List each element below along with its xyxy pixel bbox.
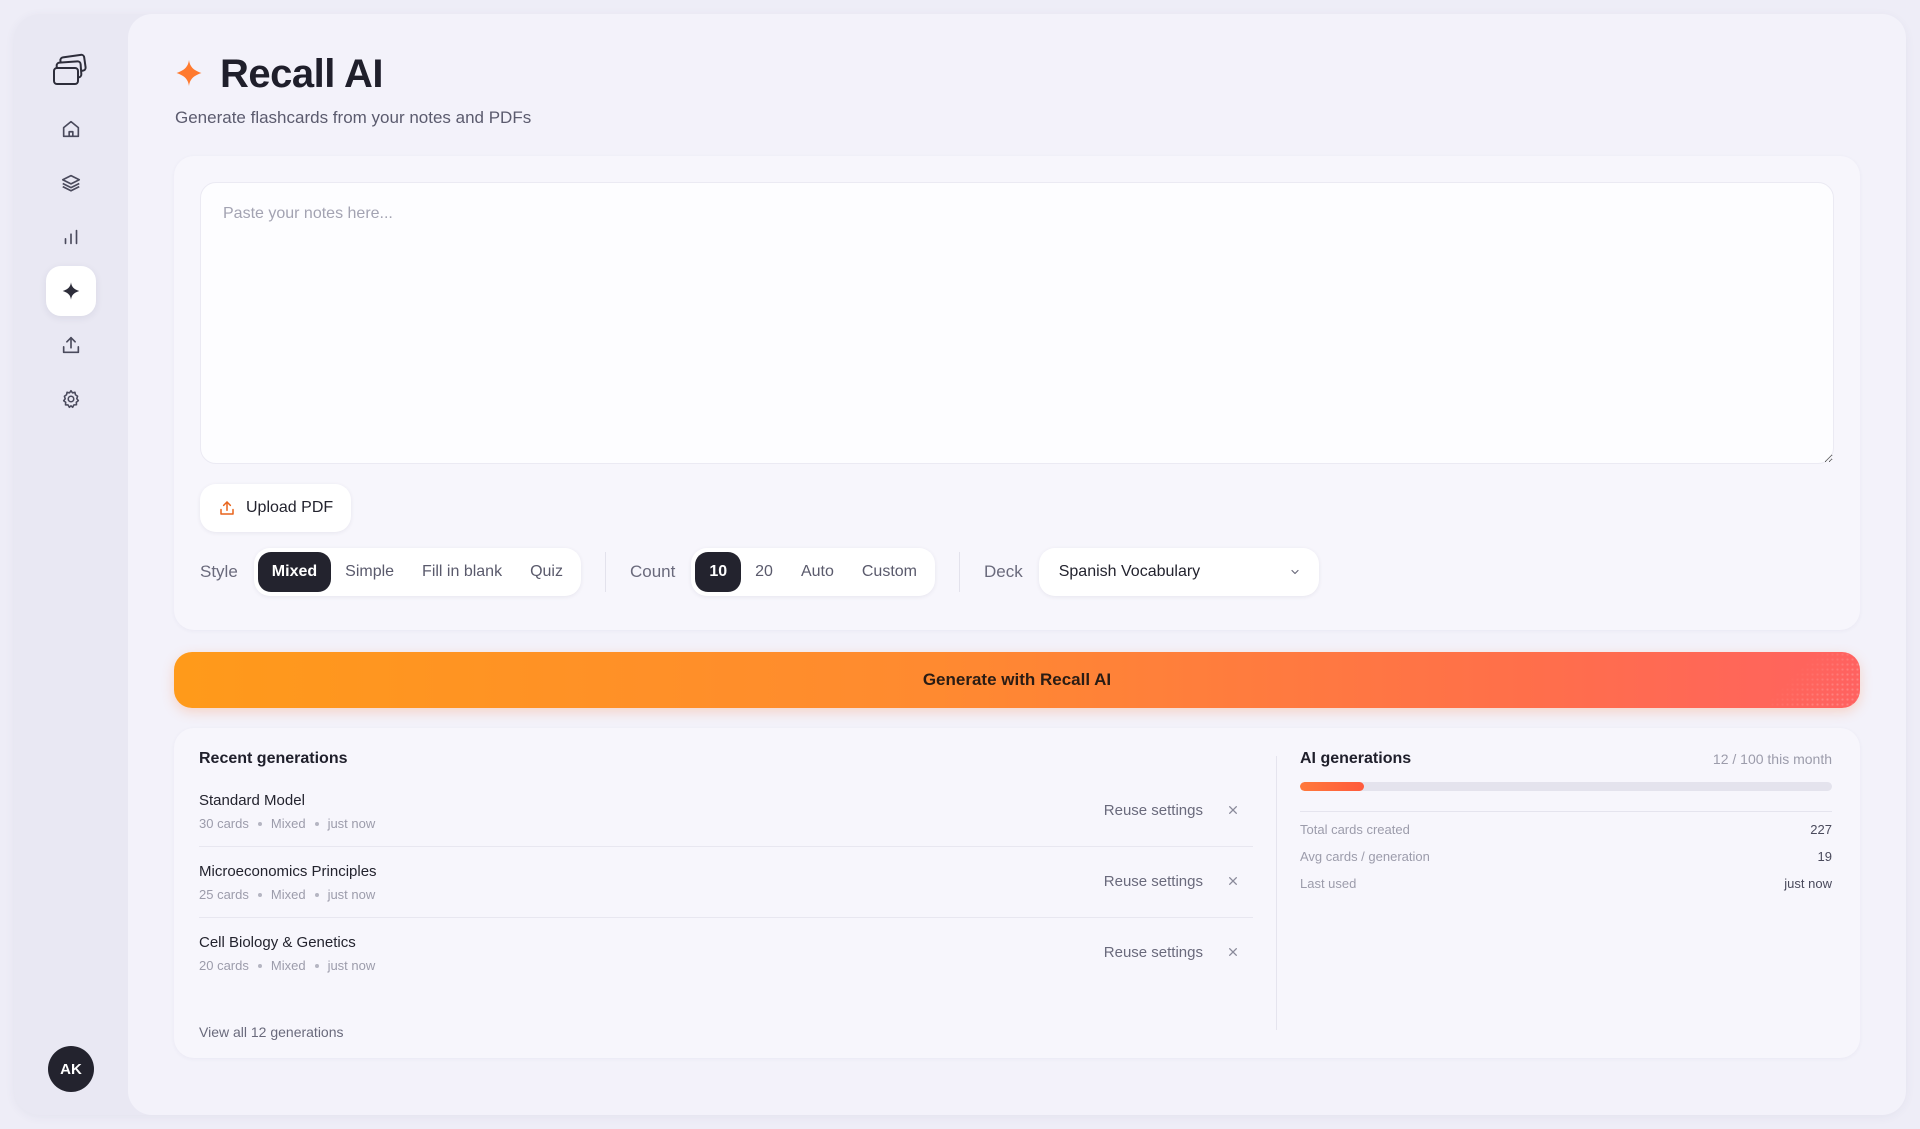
generation-meta: 20 cards Mixed just now (199, 958, 375, 973)
close-icon[interactable] (1225, 802, 1241, 818)
recent-generations: Recent generations Standard Model 30 car… (199, 750, 1253, 989)
count-option-custom[interactable]: Custom (848, 552, 931, 592)
button-texture (1770, 652, 1860, 708)
stat-value: just now (1784, 876, 1832, 891)
reuse-settings-button[interactable]: Reuse settings (1104, 873, 1203, 890)
history-card: Recent generations Standard Model 30 car… (174, 728, 1860, 1058)
close-icon[interactable] (1225, 873, 1241, 889)
usage-progress-fill (1300, 782, 1364, 791)
separator-dot (257, 821, 262, 826)
generation-meta: 25 cards Mixed just now (199, 887, 375, 902)
generation-style: Mixed (270, 958, 306, 973)
stat-row: Total cards created 227 (1300, 822, 1832, 839)
main-panel: Recall AI Generate flashcards from your … (128, 14, 1906, 1115)
nav-settings[interactable] (46, 374, 96, 424)
generation-cards: 30 cards (199, 816, 249, 831)
generate-button[interactable]: Generate with Recall AI (174, 652, 1860, 708)
separator-dot (314, 963, 319, 968)
style-selector: Mixed Simple Fill in blank Quiz (253, 548, 581, 596)
generate-button-label: Generate with Recall AI (922, 670, 1112, 689)
upload-icon (220, 501, 234, 515)
nav-stats[interactable] (46, 212, 96, 262)
count-label: Count (629, 562, 676, 581)
style-option-simple[interactable]: Simple (331, 552, 408, 592)
divider (1300, 811, 1832, 812)
generation-row: Microeconomics Principles 25 cards Mixed… (199, 847, 1253, 918)
deck-label: Deck (984, 562, 1023, 581)
chevron-down-icon (1291, 569, 1299, 575)
separator-dot (314, 892, 319, 897)
upload-pdf-label: Upload PDF (246, 499, 334, 516)
gear-icon (62, 389, 80, 409)
notes-input[interactable] (200, 182, 1834, 464)
generation-row: Cell Biology & Genetics 20 cards Mixed j… (199, 918, 1253, 989)
stat-row: Avg cards / generation 19 (1300, 849, 1832, 866)
generation-row: Standard Model 30 cards Mixed just now R… (199, 776, 1253, 847)
generation-time: just now (327, 887, 376, 902)
separator-dot (314, 821, 319, 826)
stat-label: Last used (1300, 876, 1357, 891)
generation-style: Mixed (270, 816, 306, 831)
generation-time: just now (327, 816, 376, 831)
style-option-fill-in-blank[interactable]: Fill in blank (408, 552, 516, 592)
style-option-quiz[interactable]: Quiz (516, 552, 577, 592)
generation-name: Cell Biology & Genetics (199, 934, 356, 951)
upload-icon (62, 336, 80, 354)
options-row: Style Mixed Simple Fill in blank Quiz Co… (200, 548, 1319, 596)
usage-progress-bar (1300, 782, 1832, 791)
user-avatar[interactable]: AK (48, 1046, 94, 1092)
nav-upload[interactable] (46, 320, 96, 370)
view-all-generations-link[interactable]: View all 12 generations (199, 1024, 344, 1040)
usage-text: 12 / 100 this month (1712, 751, 1832, 767)
bar-chart-icon (64, 229, 78, 245)
generation-time: just now (327, 958, 376, 973)
sidebar: AK (14, 14, 128, 1115)
stat-value: 227 (1810, 822, 1832, 837)
generation-name: Microeconomics Principles (199, 863, 377, 880)
count-option-20[interactable]: 20 (741, 552, 787, 592)
stat-value: 19 (1817, 849, 1832, 864)
nav-home[interactable] (46, 104, 96, 154)
nav-decks[interactable] (46, 158, 96, 208)
deck-select-value: Spanish Vocabulary (1058, 563, 1201, 580)
home-icon (62, 120, 80, 138)
divider (1276, 756, 1277, 1030)
deck-select[interactable]: Spanish Vocabulary (1038, 548, 1319, 596)
stats-title: AI generations (1300, 750, 1412, 767)
stat-label: Total cards created (1300, 822, 1410, 837)
stat-label: Avg cards / generation (1300, 849, 1430, 864)
separator-dot (257, 892, 262, 897)
divider (959, 552, 960, 592)
close-icon[interactable] (1225, 944, 1241, 960)
generation-cards: 20 cards (199, 958, 249, 973)
stat-row: Last used just now (1300, 876, 1832, 893)
layers-icon (61, 174, 81, 192)
recent-title: Recent generations (199, 750, 348, 767)
nav-recall-ai[interactable] (46, 266, 96, 316)
page-subtitle: Generate flashcards from your notes and … (175, 108, 532, 127)
ai-generations-stats: AI generations 12 / 100 this month Total… (1300, 750, 1832, 893)
generation-meta: 30 cards Mixed just now (199, 816, 375, 831)
generation-name: Standard Model (199, 792, 305, 809)
page-title: Recall AI (220, 52, 383, 96)
generation-style: Mixed (270, 887, 306, 902)
sparkle-icon (62, 282, 80, 300)
cards-logo-icon[interactable] (49, 49, 91, 91)
reuse-settings-button[interactable]: Reuse settings (1104, 802, 1203, 819)
count-option-auto[interactable]: Auto (787, 552, 848, 592)
generation-cards: 25 cards (199, 887, 249, 902)
separator-dot (257, 963, 262, 968)
count-selector: 10 20 Auto Custom (691, 548, 935, 596)
count-option-10[interactable]: 10 (695, 552, 742, 592)
upload-pdf-button[interactable]: Upload PDF (200, 484, 352, 532)
style-label: Style (200, 562, 238, 581)
app-window: AK Recall AI Generate flashcards from yo… (14, 14, 1906, 1115)
composer-card: Upload PDF Style Mixed Simple Fill in bl… (174, 156, 1860, 630)
sparkle-icon (176, 59, 202, 87)
style-option-mixed[interactable]: Mixed (257, 552, 332, 592)
reuse-settings-button[interactable]: Reuse settings (1104, 944, 1203, 961)
divider (604, 552, 606, 592)
